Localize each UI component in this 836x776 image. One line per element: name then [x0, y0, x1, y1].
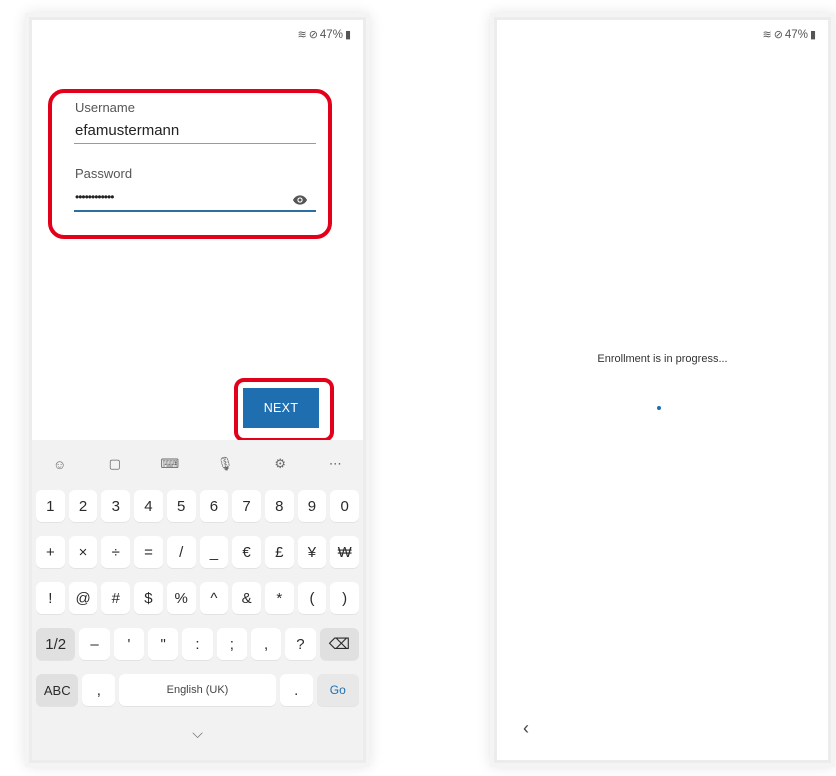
keyboard-row-symbols-1: + × ÷ = / _ € £ ¥ ₩ — [36, 536, 360, 568]
backspace-icon[interactable]: ⌫ — [319, 628, 359, 660]
key-question[interactable]: ? — [285, 628, 316, 660]
keyboard-toolbar: ☺ ▢ ⌨ 🎙 ⚙ ⋯ — [32, 448, 363, 480]
key-space[interactable]: English (UK) — [119, 674, 276, 706]
wifi-icon: ≋ — [297, 29, 307, 41]
username-underline — [74, 143, 316, 144]
key-yen[interactable]: ¥ — [297, 536, 327, 568]
key-go[interactable]: Go — [316, 674, 359, 706]
key-equals[interactable]: = — [134, 536, 163, 568]
keyboard-row-symbols-2: ! @ # $ % ^ & * ( ) — [36, 582, 360, 614]
password-input[interactable]: •••••••••••• — [75, 190, 114, 204]
loading-spinner-icon — [657, 406, 661, 410]
key-3[interactable]: 3 — [101, 490, 131, 522]
key-percent[interactable]: % — [166, 582, 196, 614]
key-close-paren[interactable]: ) — [330, 582, 360, 614]
hide-keyboard-chevron-icon[interactable]: ⌵ — [32, 725, 363, 742]
key-pound[interactable]: £ — [264, 536, 294, 568]
password-label: Password — [75, 166, 133, 181]
key-slash[interactable]: / — [166, 536, 196, 568]
key-hash[interactable]: # — [101, 582, 131, 614]
key-asterisk[interactable]: * — [264, 582, 294, 614]
key-page-toggle[interactable]: 1/2 — [36, 628, 76, 660]
username-label: Username — [75, 100, 135, 115]
keyboard: ☺ ▢ ⌨ 🎙 ⚙ ⋯ 1 2 3 4 5 6 7 8 9 0 + × ÷ = … — [32, 440, 363, 760]
battery-icon: ▮ — [344, 29, 351, 41]
username-input[interactable]: efamustermann — [75, 122, 179, 139]
key-plus[interactable]: + — [36, 536, 65, 568]
key-ampersand[interactable]: & — [232, 582, 261, 614]
key-exclamation[interactable]: ! — [36, 582, 65, 614]
clipboard-icon[interactable]: ▢ — [100, 456, 130, 472]
key-abc[interactable]: ABC — [36, 674, 79, 706]
key-won[interactable]: ₩ — [330, 536, 360, 568]
key-divide[interactable]: ÷ — [101, 536, 131, 568]
keyboard-row-bottom: ABC , English (UK) . Go — [36, 674, 359, 706]
back-icon[interactable]: ‹ — [523, 718, 529, 739]
next-button[interactable]: NEXT — [243, 388, 319, 428]
key-1[interactable]: 1 — [36, 490, 65, 522]
status-bar: ≋ ⊘ 47% ▮ — [762, 28, 816, 42]
key-caret[interactable]: ^ — [199, 582, 229, 614]
key-7[interactable]: 7 — [232, 490, 261, 522]
do-not-disturb-icon: ⊘ — [308, 29, 318, 41]
show-password-icon[interactable] — [292, 192, 308, 208]
battery-level: 47% — [784, 28, 808, 41]
emoji-icon[interactable]: ☺ — [45, 457, 75, 472]
key-period[interactable]: . — [279, 674, 313, 706]
battery-level: 47% — [319, 28, 343, 41]
key-2[interactable]: 2 — [68, 490, 98, 522]
key-4[interactable]: 4 — [134, 490, 163, 522]
key-quote[interactable]: " — [148, 628, 179, 660]
key-semicolon[interactable]: ; — [216, 628, 247, 660]
key-open-paren[interactable]: ( — [297, 582, 327, 614]
key-8[interactable]: 8 — [264, 490, 294, 522]
keyboard-row-numbers: 1 2 3 4 5 6 7 8 9 0 — [36, 490, 360, 522]
key-dollar[interactable]: $ — [134, 582, 163, 614]
key-0[interactable]: 0 — [330, 490, 360, 522]
password-underline — [74, 210, 316, 212]
mic-icon[interactable]: 🎙 — [210, 456, 240, 472]
keyboard-row-symbols-3: 1/2 – ' " : ; , ? ⌫ — [36, 628, 359, 660]
key-comma[interactable]: , — [82, 674, 116, 706]
key-dash[interactable]: – — [79, 628, 110, 660]
key-5[interactable]: 5 — [166, 490, 196, 522]
key-euro[interactable]: € — [232, 536, 261, 568]
battery-icon: ▮ — [809, 29, 816, 41]
phone-enrollment-screen: ≋ ⊘ 47% ▮ Enrollment is in progress... ‹ — [497, 20, 828, 760]
status-bar: ≋ ⊘ 47% ▮ — [297, 28, 351, 42]
key-underscore[interactable]: _ — [199, 536, 229, 568]
key-multiply[interactable]: × — [68, 536, 98, 568]
enrollment-message: Enrollment is in progress... — [597, 353, 728, 365]
more-icon[interactable]: ⋯ — [320, 456, 350, 472]
key-9[interactable]: 9 — [297, 490, 327, 522]
key-apostrophe[interactable]: ' — [113, 628, 145, 660]
key-6[interactable]: 6 — [199, 490, 229, 522]
wifi-icon: ≋ — [762, 29, 772, 41]
key-comma-sym[interactable]: , — [250, 628, 282, 660]
keyboard-icon[interactable]: ⌨ — [155, 456, 185, 472]
key-at[interactable]: @ — [68, 582, 98, 614]
key-colon[interactable]: : — [182, 628, 213, 660]
settings-icon[interactable]: ⚙ — [265, 456, 295, 472]
phone-login-screen: ≋ ⊘ 47% ▮ Username efamustermann Passwor… — [32, 20, 363, 760]
do-not-disturb-icon: ⊘ — [773, 29, 783, 41]
